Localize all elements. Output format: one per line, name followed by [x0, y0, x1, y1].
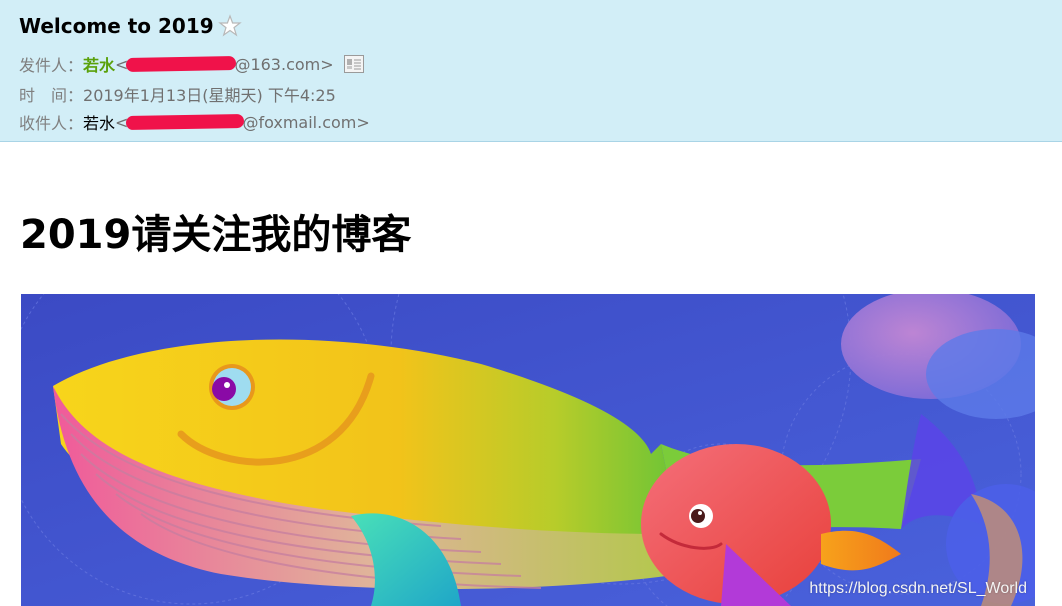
email-subject: Welcome to 2019	[19, 14, 214, 38]
subject-row: Welcome to 2019	[19, 12, 242, 40]
recipient-name[interactable]: 若水	[83, 110, 115, 134]
recipient-address-redaction	[126, 113, 245, 131]
time-label: 时 间：	[19, 86, 84, 105]
sender-name[interactable]: 若水	[83, 52, 115, 76]
sender-label: 发件人：	[19, 56, 84, 75]
time-value: 2019年1月13日(星期天) 下午4:25	[83, 86, 336, 105]
banner-watermark: https://blog.csdn.net/SL_World	[809, 580, 1027, 597]
recipient-address-tail: @foxmail.com>	[242, 112, 370, 132]
star-icon[interactable]	[217, 14, 242, 38]
recipient-label: 收件人：	[19, 114, 84, 133]
time-row: 时 间： 2019年1月13日(星期天) 下午4:25	[19, 83, 336, 105]
whale-illustration	[21, 294, 1035, 606]
sender-address-redaction	[126, 56, 237, 72]
mail-header: Welcome to 2019 发件人： 若水 < @163.com> 时 间：	[0, 0, 1062, 142]
sender-address-tail: @163.com>	[234, 54, 334, 74]
contact-card-icon[interactable]	[343, 55, 364, 73]
recipient-row: 收件人： 若水 < @foxmail.com>	[19, 110, 370, 134]
sender-row: 发件人： 若水 < @163.com>	[19, 53, 364, 75]
banner-image: https://blog.csdn.net/SL_World	[21, 294, 1035, 606]
email-body-title: 2019请关注我的博客	[20, 212, 412, 258]
